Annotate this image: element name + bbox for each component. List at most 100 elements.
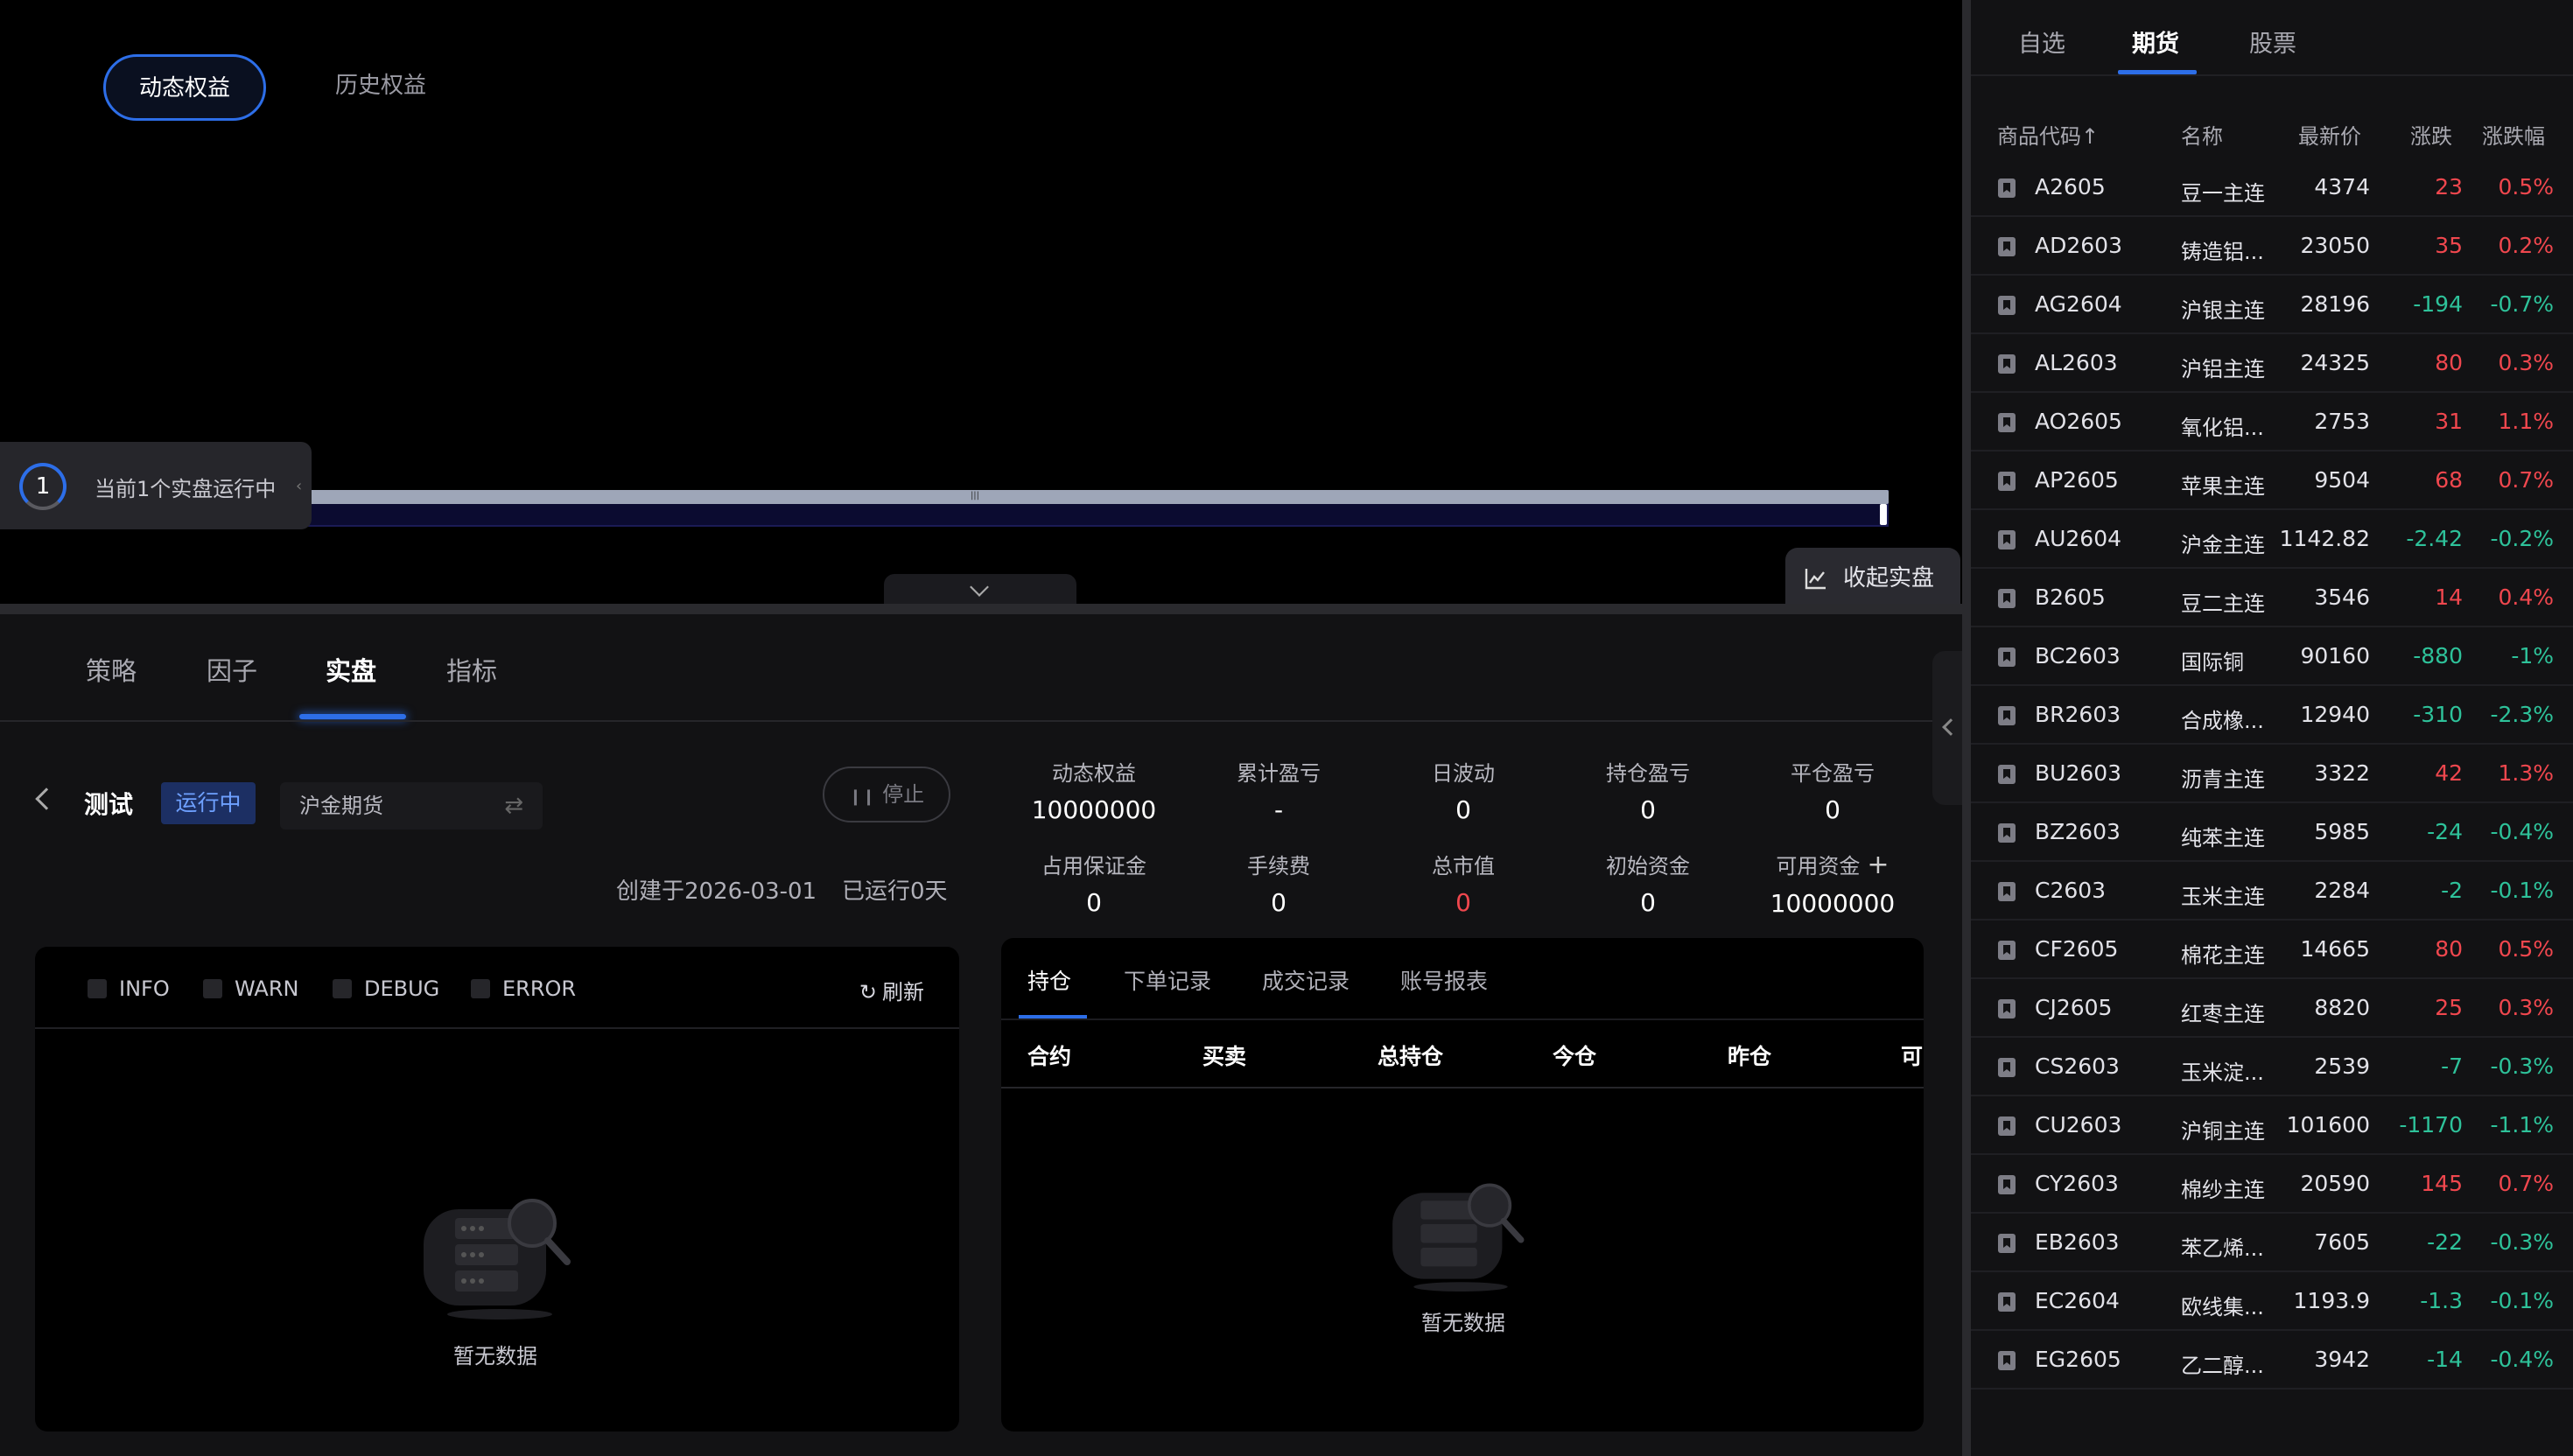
bookmark-icon[interactable] bbox=[1997, 998, 2016, 1019]
market-row[interactable]: AO2605 氧化铝... 2753 31 1.1% bbox=[1971, 393, 2573, 452]
column-header-name[interactable]: 名称 bbox=[2181, 119, 2223, 150]
log-filter-label: ERROR bbox=[502, 976, 577, 1001]
last-price: 3546 bbox=[2314, 584, 2370, 610]
tab-strategy[interactable]: 策略 bbox=[86, 651, 137, 688]
bookmark-icon[interactable] bbox=[1997, 295, 2016, 316]
instrument-name: 苯乙烯... bbox=[2181, 1236, 2264, 1261]
market-row[interactable]: A2605 豆一主连 4374 23 0.5% bbox=[1971, 158, 2573, 217]
market-row[interactable]: AU2604 沪金主连 1142.82 -2.42 -0.2% bbox=[1971, 510, 2573, 569]
range-slider-handle[interactable] bbox=[1880, 504, 1887, 525]
price-change: -24 bbox=[2427, 819, 2463, 844]
log-filter-error[interactable]: ERROR bbox=[471, 976, 576, 1001]
checkbox[interactable] bbox=[471, 979, 490, 998]
vertical-divider[interactable] bbox=[1962, 0, 1971, 1456]
market-row[interactable]: AG2604 沪银主连 28196 -194 -0.7% bbox=[1971, 276, 2573, 334]
market-row[interactable]: EB2603 苯乙烯... 7605 -22 -0.3% bbox=[1971, 1214, 2573, 1272]
metric-label: 初始资金 bbox=[1606, 854, 1690, 878]
instrument-code: AD2603 bbox=[2035, 233, 2122, 258]
bookmark-icon[interactable] bbox=[1997, 471, 2016, 492]
bookmark-icon[interactable] bbox=[1997, 588, 2016, 609]
horizontal-divider[interactable] bbox=[0, 604, 1962, 614]
checkbox[interactable] bbox=[203, 979, 222, 998]
chevron-left-icon[interactable]: ‹ bbox=[296, 477, 308, 495]
market-row[interactable]: CU2603 沪铜主连 101600 -1170 -1.1% bbox=[1971, 1096, 2573, 1155]
collapse-live-button[interactable]: 收起实盘 bbox=[1785, 548, 1960, 611]
tab-trades[interactable]: 成交记录 bbox=[1262, 964, 1350, 996]
price-change: -7 bbox=[2441, 1054, 2463, 1079]
price-change: 23 bbox=[2435, 174, 2463, 200]
tab-historical-equity[interactable]: 历史权益 bbox=[298, 54, 464, 121]
price-change: 42 bbox=[2435, 760, 2463, 786]
bookmark-icon[interactable] bbox=[1997, 178, 2016, 199]
tab-watchlist[interactable]: 自选 bbox=[2018, 24, 2065, 59]
market-row[interactable]: C2603 玉米主连 2284 -2 -0.1% bbox=[1971, 862, 2573, 920]
checkbox[interactable] bbox=[88, 979, 107, 998]
bookmark-icon[interactable] bbox=[1997, 354, 2016, 374]
bookmark-icon[interactable] bbox=[1997, 1116, 2016, 1137]
bookmark-icon[interactable] bbox=[1997, 705, 2016, 726]
range-slider-bar[interactable] bbox=[308, 490, 1889, 504]
bookmark-icon[interactable] bbox=[1997, 1174, 2016, 1195]
bookmark-icon[interactable] bbox=[1997, 881, 2016, 902]
column-header-code[interactable]: 商品代码↑ bbox=[1997, 119, 2099, 150]
column-header-side: 买卖 bbox=[1202, 1044, 1247, 1069]
market-row[interactable]: EC2604 欧线集... 1193.9 -1.3 -0.1% bbox=[1971, 1272, 2573, 1331]
tab-dynamic-equity[interactable]: 动态权益 bbox=[103, 54, 266, 121]
range-slider-grip-icon[interactable]: ||| bbox=[970, 492, 980, 500]
add-funds-icon[interactable]: + bbox=[1867, 850, 1889, 880]
bookmark-icon[interactable] bbox=[1997, 412, 2016, 433]
expand-side-panel-handle[interactable] bbox=[1932, 651, 1962, 805]
tab-factor[interactable]: 因子 bbox=[207, 651, 257, 688]
metric-value: 0 bbox=[1640, 795, 1656, 824]
bookmark-icon[interactable] bbox=[1997, 1350, 2016, 1371]
market-row[interactable]: AD2603 铸造铝... 23050 35 0.2% bbox=[1971, 217, 2573, 276]
column-header-change[interactable]: 涨跌 bbox=[2410, 119, 2452, 150]
stop-button[interactable]: ❙❙ 停止 bbox=[823, 766, 950, 822]
tab-indicator[interactable]: 指标 bbox=[446, 651, 497, 688]
price-change-pct: 0.3% bbox=[2498, 995, 2554, 1020]
market-row[interactable]: CS2603 玉米淀... 2539 -7 -0.3% bbox=[1971, 1038, 2573, 1096]
market-row[interactable]: BU2603 沥青主连 3322 42 1.3% bbox=[1971, 745, 2573, 803]
log-filter-debug[interactable]: DEBUG bbox=[333, 976, 439, 1001]
column-header-last-price[interactable]: 最新价 bbox=[2298, 119, 2361, 150]
instrument-name: 氧化铝... bbox=[2181, 416, 2264, 440]
collapse-chart-toggle[interactable] bbox=[884, 574, 1076, 606]
bookmark-icon[interactable] bbox=[1997, 1057, 2016, 1078]
checkbox[interactable] bbox=[333, 979, 352, 998]
log-filter-info[interactable]: INFO bbox=[88, 976, 170, 1001]
bookmark-icon[interactable] bbox=[1997, 822, 2016, 844]
column-header-change-pct[interactable]: 涨跌幅 bbox=[2482, 119, 2545, 150]
market-row[interactable]: CF2605 棉花主连 14665 80 0.5% bbox=[1971, 920, 2573, 979]
bookmark-icon[interactable] bbox=[1997, 236, 2016, 257]
market-row[interactable]: B2605 豆二主连 3546 14 0.4% bbox=[1971, 569, 2573, 627]
account-select[interactable]: 沪金期货 ⇄ bbox=[280, 782, 543, 830]
market-row[interactable]: CY2603 棉纱主连 20590 145 0.7% bbox=[1971, 1155, 2573, 1214]
switch-icon[interactable]: ⇄ bbox=[504, 782, 523, 830]
bookmark-icon[interactable] bbox=[1997, 764, 2016, 785]
tab-account-report[interactable]: 账号报表 bbox=[1400, 964, 1488, 996]
bookmark-icon[interactable] bbox=[1997, 1233, 2016, 1254]
instrument-code: CJ2605 bbox=[2035, 995, 2113, 1020]
running-live-indicator[interactable]: 1 当前1个实盘运行中 ‹ bbox=[0, 442, 312, 529]
market-row[interactable]: AL2603 沪铝主连 24325 80 0.3% bbox=[1971, 334, 2573, 393]
tab-live[interactable]: 实盘 bbox=[326, 651, 376, 688]
bookmark-icon[interactable] bbox=[1997, 529, 2016, 550]
market-row[interactable]: BR2603 合成橡... 12940 -310 -2.3% bbox=[1971, 686, 2573, 745]
market-row[interactable]: AP2605 苹果主连 9504 68 0.7% bbox=[1971, 452, 2573, 510]
instrument-code: AL2603 bbox=[2035, 350, 2118, 375]
refresh-button[interactable]: ↻ 刷新 bbox=[859, 975, 924, 1005]
market-row[interactable]: CJ2605 红枣主连 8820 25 0.3% bbox=[1971, 979, 2573, 1038]
bookmark-icon[interactable] bbox=[1997, 1292, 2016, 1312]
tab-futures[interactable]: 期货 bbox=[2132, 24, 2179, 59]
tab-stocks[interactable]: 股票 bbox=[2249, 24, 2296, 59]
bookmark-icon[interactable] bbox=[1997, 940, 2016, 961]
market-row[interactable]: BC2603 国际铜 90160 -880 -1% bbox=[1971, 627, 2573, 686]
log-filter-warn[interactable]: WARN bbox=[203, 976, 298, 1001]
market-row[interactable]: BZ2603 纯苯主连 5985 -24 -0.4% bbox=[1971, 803, 2573, 862]
price-change: -194 bbox=[2413, 291, 2463, 317]
price-change-pct: -0.4% bbox=[2490, 1347, 2554, 1372]
bookmark-icon[interactable] bbox=[1997, 647, 2016, 668]
tab-positions[interactable]: 持仓 bbox=[1027, 964, 1071, 996]
market-row[interactable]: EG2605 乙二醇... 3942 -14 -0.4% bbox=[1971, 1331, 2573, 1390]
tab-orders[interactable]: 下单记录 bbox=[1124, 964, 1211, 996]
